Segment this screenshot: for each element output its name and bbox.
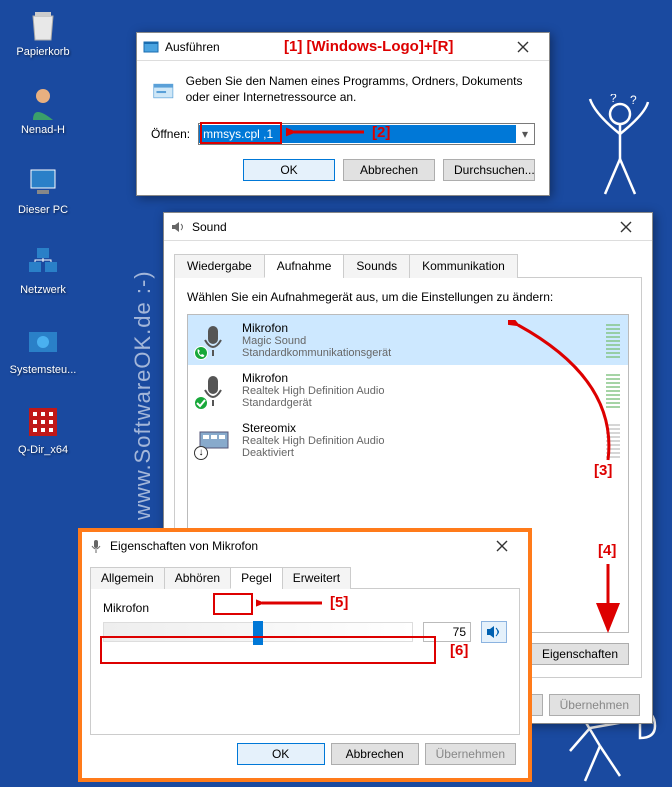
tab-abhören[interactable]: Abhören xyxy=(164,567,231,589)
close-icon[interactable] xyxy=(606,214,646,240)
svg-text:?: ? xyxy=(630,94,637,107)
watermark-vertical: www.SoftwareOK.de :-) xyxy=(130,270,156,520)
apply-button[interactable]: Übernehmen xyxy=(549,694,640,716)
device-item[interactable]: ↓ StereomixRealtek High Definition AudioD… xyxy=(188,415,628,465)
apply-button[interactable]: Übernehmen xyxy=(425,743,516,765)
cancel-button[interactable]: Abbrechen xyxy=(343,159,435,181)
tab-kommunikation[interactable]: Kommunikation xyxy=(409,254,518,278)
run-icon xyxy=(143,39,159,55)
properties-dialog: Eigenschaften von Mikrofon AllgemeinAbhö… xyxy=(82,532,528,778)
sound-tabs: WiedergabeAufnahmeSoundsKommunikation xyxy=(174,253,642,278)
properties-dialog-frame: Eigenschaften von Mikrofon AllgemeinAbhö… xyxy=(78,528,532,782)
close-icon[interactable] xyxy=(482,533,522,559)
run-title: Ausführen xyxy=(165,40,503,54)
icon xyxy=(23,162,63,202)
sound-prompt: Wählen Sie ein Aufnahmegerät aus, um die… xyxy=(187,290,629,304)
tab-aufnahme[interactable]: Aufnahme xyxy=(264,254,345,278)
device-driver: Realtek High Definition Audio xyxy=(242,385,596,397)
desktop-icon-dieser-pc[interactable]: Dieser PC xyxy=(8,162,78,216)
ok-button[interactable]: OK xyxy=(237,743,325,765)
device-status: Deaktiviert xyxy=(242,447,596,459)
tab-erweitert[interactable]: Erweitert xyxy=(282,567,351,589)
svg-text:?: ? xyxy=(610,94,617,105)
run-large-icon xyxy=(151,73,176,109)
speaker-icon xyxy=(170,219,186,235)
chevron-down-icon[interactable]: ▾ xyxy=(516,127,534,141)
run-dialog: Ausführen Geben Sie den Namen eines Prog… xyxy=(136,32,550,196)
prop-title: Eigenschaften von Mikrofon xyxy=(110,539,482,553)
browse-button[interactable]: Durchsuchen... xyxy=(443,159,535,181)
down-badge-icon: ↓ xyxy=(194,446,208,460)
level-value[interactable] xyxy=(423,622,471,642)
label: Nenad-H xyxy=(8,124,78,136)
desktop-icon-nenad-h[interactable]: Nenad-H xyxy=(8,82,78,136)
icon xyxy=(23,242,63,282)
icon xyxy=(23,402,63,442)
tab-allgemein[interactable]: Allgemein xyxy=(90,567,165,589)
label: Papierkorb xyxy=(8,46,78,58)
tab-pegel[interactable]: Pegel xyxy=(230,567,283,589)
device-icon: ↓ xyxy=(196,422,232,458)
sound-titlebar[interactable]: Sound xyxy=(164,213,652,241)
level-slider[interactable] xyxy=(103,622,413,642)
icon xyxy=(23,322,63,362)
label: Systemsteu... xyxy=(8,364,78,376)
level-meter xyxy=(606,322,620,358)
label: Q-Dir_x64 xyxy=(8,444,78,456)
device-driver: Realtek High Definition Audio xyxy=(242,435,596,447)
open-input[interactable] xyxy=(199,125,516,143)
level-meter xyxy=(606,372,620,408)
device-name: Mikrofon xyxy=(242,321,596,335)
open-label: Öffnen: xyxy=(151,127,190,141)
phone-badge-icon xyxy=(194,346,208,360)
device-name: Mikrofon xyxy=(242,371,596,385)
level-meter xyxy=(606,422,620,458)
desktop-icon-netzwerk[interactable]: Netzwerk xyxy=(8,242,78,296)
device-driver: Magic Sound xyxy=(242,335,596,347)
ok-button[interactable]: OK xyxy=(243,159,335,181)
device-status: Standardgerät xyxy=(242,397,596,409)
desktop-icon-q-dir_x64[interactable]: Q-Dir_x64 xyxy=(8,402,78,456)
device-item[interactable]: MikrofonMagic SoundStandardkommunikation… xyxy=(188,315,628,365)
prop-titlebar[interactable]: Eigenschaften von Mikrofon xyxy=(82,532,528,560)
device-icon xyxy=(196,322,232,358)
prop-tabs: AllgemeinAbhörenPegelErweitert xyxy=(90,566,520,589)
mute-button[interactable] xyxy=(481,621,507,643)
label: Netzwerk xyxy=(8,284,78,296)
stick-figure: ?? xyxy=(570,94,660,204)
run-description: Geben Sie den Namen eines Programms, Ord… xyxy=(186,73,535,105)
device-icon xyxy=(196,372,232,408)
mic-icon xyxy=(88,538,104,554)
section-label: Mikrofon xyxy=(103,601,507,615)
open-combobox[interactable]: ▾ xyxy=(198,123,535,145)
icon xyxy=(23,4,63,44)
speaker-icon xyxy=(486,625,502,639)
tab-sounds[interactable]: Sounds xyxy=(343,254,410,278)
desktop-icon-papierkorb[interactable]: Papierkorb xyxy=(8,4,78,58)
sound-title: Sound xyxy=(192,220,606,234)
tab-wiedergabe[interactable]: Wiedergabe xyxy=(174,254,265,278)
cancel-button[interactable]: Abbrechen xyxy=(331,743,419,765)
desktop-icon-systemsteu-[interactable]: Systemsteu... xyxy=(8,322,78,376)
device-item[interactable]: MikrofonRealtek High Definition AudioSta… xyxy=(188,365,628,415)
properties-button[interactable]: Eigenschaften xyxy=(531,643,629,665)
label: Dieser PC xyxy=(8,204,78,216)
close-icon[interactable] xyxy=(503,34,543,60)
device-name: Stereomix xyxy=(242,421,596,435)
run-titlebar[interactable]: Ausführen xyxy=(137,33,549,61)
check-badge-icon xyxy=(194,396,208,410)
slider-thumb[interactable] xyxy=(253,621,263,645)
icon xyxy=(23,82,63,122)
device-status: Standardkommunikationsgerät xyxy=(242,347,596,359)
